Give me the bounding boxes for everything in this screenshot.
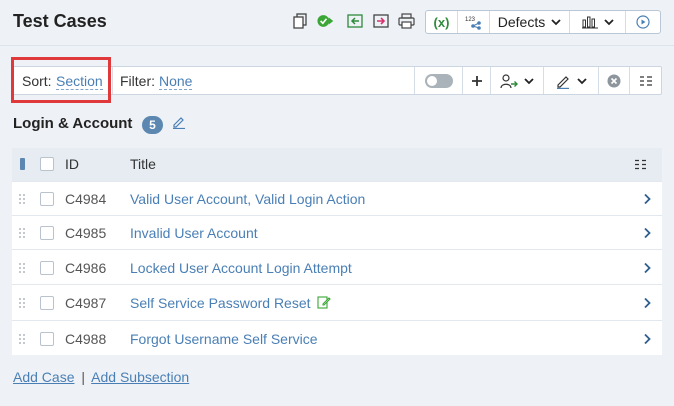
- case-id: C4985: [65, 225, 107, 241]
- toggle-switch[interactable]: [415, 67, 462, 94]
- sort-highlight-box: [11, 57, 111, 103]
- chevron-right-icon[interactable]: [642, 297, 652, 309]
- assign-dropdown[interactable]: [491, 67, 543, 94]
- drag-handle-icon[interactable]: [18, 193, 26, 205]
- reports-dropdown[interactable]: [570, 11, 626, 33]
- pencil-icon: [557, 75, 569, 89]
- add-subsection-link[interactable]: Add Subsection: [91, 369, 189, 385]
- test-cases-table: ID Title C4984 Valid User Account, Valid …: [12, 148, 662, 355]
- close-circle-icon: [607, 74, 621, 87]
- page-title: Test Cases: [13, 11, 107, 31]
- header-toolbar: (x) 123 Defects: [425, 10, 661, 34]
- section-marker: [20, 158, 25, 170]
- row-checkbox[interactable]: [40, 192, 54, 206]
- chevron-right-icon[interactable]: [642, 227, 652, 239]
- table-row[interactable]: C4988 Forgot Username Self Service: [12, 320, 662, 355]
- column-header-title[interactable]: Title: [130, 156, 156, 172]
- play-icon: [636, 15, 650, 29]
- case-title-link[interactable]: Valid User Account, Valid Login Action: [130, 191, 365, 207]
- play-button[interactable]: [626, 11, 660, 33]
- case-id: C4987: [65, 295, 107, 311]
- run-icon[interactable]: [317, 12, 335, 30]
- chevron-right-icon[interactable]: [642, 333, 652, 345]
- case-title-link[interactable]: Invalid User Account: [130, 225, 258, 241]
- edit-dropdown[interactable]: [544, 67, 598, 94]
- table-row[interactable]: C4985 Invalid User Account: [12, 215, 662, 249]
- case-id: C4988: [65, 331, 107, 347]
- defects-label: Defects: [497, 14, 546, 30]
- copy-icon[interactable]: [291, 12, 309, 30]
- variables-button[interactable]: (x): [426, 11, 458, 33]
- select-all-checkbox[interactable]: [40, 157, 54, 171]
- export-icon[interactable]: [372, 12, 390, 30]
- case-title-link[interactable]: Forgot Username Self Service: [130, 331, 318, 347]
- footer-separator: |: [81, 369, 86, 385]
- variables-icon: (x): [433, 14, 450, 30]
- page-header: Test Cases (x) 123 Defects: [0, 0, 674, 46]
- column-header-id[interactable]: ID: [65, 156, 79, 172]
- columns-icon: [640, 75, 652, 86]
- table-row[interactable]: C4984 Valid User Account, Valid Login Act…: [12, 181, 662, 215]
- row-checkbox[interactable]: [40, 226, 54, 240]
- chevron-down-icon: [603, 19, 614, 26]
- case-id: C4984: [65, 191, 107, 207]
- columns-icon[interactable]: [634, 159, 647, 170]
- add-button[interactable]: [463, 67, 490, 94]
- plus-icon: [471, 75, 482, 86]
- delete-button[interactable]: [599, 67, 629, 94]
- table-row[interactable]: C4986 Locked User Account Login Attempt: [12, 249, 662, 284]
- chevron-right-icon[interactable]: [642, 262, 652, 274]
- assign-user-icon: [500, 73, 518, 88]
- case-count-badge: 5: [142, 116, 163, 134]
- case-title-link[interactable]: Self Service Password Reset: [130, 295, 311, 311]
- chevron-right-icon[interactable]: [642, 193, 652, 205]
- chevron-down-icon: [524, 77, 534, 84]
- defects-dropdown[interactable]: Defects: [490, 11, 570, 33]
- columns-button[interactable]: [630, 67, 662, 94]
- section-title: Login & Account: [13, 115, 133, 132]
- footer-links: Add Case | Add Subsection: [13, 369, 189, 385]
- table-body: C4984 Valid User Account, Valid Login Act…: [12, 181, 662, 355]
- drag-handle-icon[interactable]: [18, 333, 26, 345]
- filter-link[interactable]: None: [159, 73, 193, 90]
- toggle-knob: [424, 73, 453, 88]
- edit-icon[interactable]: [317, 295, 331, 309]
- print-icon[interactable]: [397, 12, 415, 30]
- row-checkbox[interactable]: [40, 261, 54, 275]
- chevron-down-icon: [577, 77, 587, 84]
- row-checkbox[interactable]: [40, 332, 54, 346]
- number-button[interactable]: 123: [458, 11, 490, 33]
- row-checkbox[interactable]: [40, 296, 54, 310]
- drag-handle-icon[interactable]: [18, 262, 26, 274]
- drag-handle-icon[interactable]: [18, 297, 26, 309]
- chevron-down-icon: [551, 19, 561, 26]
- filter-label: Filter:: [120, 73, 155, 89]
- import-icon[interactable]: [346, 12, 364, 30]
- edit-section-icon[interactable]: [172, 115, 186, 129]
- table-header: ID Title: [12, 148, 662, 181]
- table-row[interactable]: C4987 Self Service Password Reset: [12, 284, 662, 320]
- case-id: C4986: [65, 260, 107, 276]
- svg-text:123: 123: [465, 17, 476, 23]
- bar-chart-icon: [581, 16, 598, 29]
- drag-handle-icon[interactable]: [18, 227, 26, 239]
- divider: [112, 67, 113, 94]
- add-case-link[interactable]: Add Case: [13, 369, 74, 385]
- number-icon: 123: [465, 17, 481, 30]
- case-title-link[interactable]: Locked User Account Login Attempt: [130, 260, 352, 276]
